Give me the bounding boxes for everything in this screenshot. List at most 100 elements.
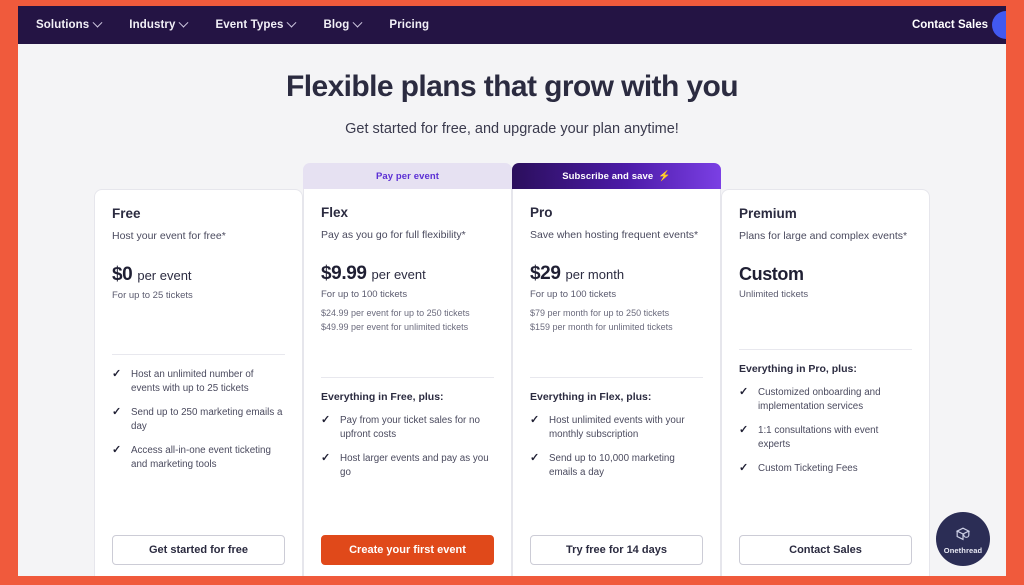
plan-cta-button[interactable]: Contact Sales bbox=[739, 535, 912, 565]
plan-price-note: For up to 100 tickets bbox=[530, 289, 617, 300]
plan-price-amount: $9.99 bbox=[321, 263, 367, 284]
plan-card-premium: Premium Plans for large and complex event… bbox=[721, 163, 930, 576]
nav-links: Solutions Industry Event Types Blog Pricing bbox=[36, 17, 429, 31]
plan-price-line: $0 per event bbox=[112, 264, 285, 286]
plan-feature-item: ✓ 1:1 consultations with event experts bbox=[739, 424, 912, 452]
plan-feature-text: Customized onboarding and implementation… bbox=[758, 387, 881, 413]
nav-item-industry[interactable]: Industry bbox=[129, 17, 189, 31]
plan-name: Premium bbox=[739, 206, 797, 221]
plan-card-body: Pro Save when hosting frequent events* $29… bbox=[512, 189, 721, 576]
plan-price-block: Custom Unlimited tickets bbox=[739, 264, 912, 300]
page-subtitle: Get started for free, and upgrade your p… bbox=[345, 121, 679, 137]
plan-feature-item: ✓ Host larger events and pay as you go bbox=[321, 452, 494, 480]
plan-cta-area: Contact Sales bbox=[739, 535, 912, 576]
nav-right-group: Contact Sales bbox=[912, 19, 988, 31]
plan-features-title: Everything in Free, plus: bbox=[321, 391, 444, 404]
page-frame: Solutions Industry Event Types Blog Pricing … bbox=[18, 6, 1006, 576]
plan-badge-spacer bbox=[721, 163, 930, 189]
plan-features: Everything in Pro, plus: ✓ Customized onbo… bbox=[739, 350, 912, 486]
chevron-down-icon bbox=[92, 17, 103, 28]
plan-feature-text: Custom Ticketing Fees bbox=[758, 462, 858, 474]
plan-tagline: Pay as you go for full flexibility* bbox=[321, 229, 466, 241]
plan-price-tiers: $79 per month for up to 250 tickets $159 … bbox=[530, 308, 703, 332]
check-icon: ✓ bbox=[739, 386, 749, 399]
plan-price-tier: $24.99 per event for up to 250 tickets bbox=[321, 308, 470, 318]
plan-cta-button[interactable]: Get started for free bbox=[112, 535, 285, 565]
plan-feature-item: ✓ Customized onboarding and implementatio… bbox=[739, 386, 912, 414]
chat-widget-label: Onethread bbox=[943, 545, 983, 555]
plan-price-tier: $79 per month for up to 250 tickets bbox=[530, 308, 670, 318]
plan-card-body: Premium Plans for large and complex event… bbox=[721, 189, 930, 576]
plan-badge-spacer bbox=[94, 163, 303, 189]
plan-name: Pro bbox=[530, 205, 553, 220]
plan-feature-text: Host unlimited events with your monthly … bbox=[549, 415, 685, 441]
onethread-logo-icon bbox=[955, 527, 971, 540]
plan-price-amount: $0 bbox=[112, 264, 133, 285]
nav-item-solutions[interactable]: Solutions bbox=[36, 17, 103, 31]
nav-item-event-types[interactable]: Event Types bbox=[215, 17, 297, 31]
plan-feature-item: ✓ Host unlimited events with your monthly… bbox=[530, 414, 703, 442]
plan-price-amount: Custom bbox=[739, 264, 804, 284]
plan-price-note: Unlimited tickets bbox=[739, 289, 809, 300]
chevron-down-icon bbox=[352, 17, 363, 28]
plan-feature-item: ✓ Host an unlimited number of events with… bbox=[112, 368, 285, 396]
check-icon: ✓ bbox=[739, 461, 749, 474]
plan-tagline: Plans for large and complex events* bbox=[739, 230, 908, 242]
plan-price-unit: per month bbox=[565, 267, 625, 282]
plan-price-tier: $159 per month for unlimited tickets bbox=[530, 322, 673, 332]
check-icon: ✓ bbox=[739, 424, 749, 437]
nav-accent-orb bbox=[992, 11, 1006, 39]
check-icon: ✓ bbox=[112, 368, 122, 381]
plan-feature-text: Host an unlimited number of events with … bbox=[131, 369, 254, 395]
plan-card-flex: Pay per event Flex Pay as you go for full … bbox=[303, 163, 512, 576]
plan-badge-label: Pay per event bbox=[375, 170, 440, 182]
plan-price-tier: $49.99 per event for unlimited tickets bbox=[321, 322, 469, 332]
nav-item-label: Pricing bbox=[389, 19, 430, 31]
plan-feature-text: Send up to 10,000 marketing emails a day bbox=[549, 453, 675, 478]
plan-cta-area: Create your first event bbox=[321, 535, 494, 576]
plan-name: Flex bbox=[321, 205, 349, 220]
chevron-down-icon bbox=[179, 17, 189, 28]
plan-price-block: $29 per month For up to 100 tickets $79 per… bbox=[530, 263, 703, 332]
plan-features-title: Everything in Flex, plus: bbox=[530, 391, 652, 404]
top-navigation-bar: Solutions Industry Event Types Blog Pricing … bbox=[18, 6, 1006, 44]
nav-item-label: Event Types bbox=[215, 19, 284, 31]
plan-cta-area: Get started for free bbox=[112, 535, 285, 576]
plan-feature-text: Host larger events and pay as you go bbox=[340, 453, 489, 478]
onethread-chat-widget[interactable]: Onethread bbox=[936, 512, 990, 566]
plan-card-free: Free Host your event for free* $0 per event… bbox=[94, 163, 303, 576]
chevron-down-icon bbox=[287, 17, 297, 28]
hero-section: Flexible plans that grow with you Get st… bbox=[18, 44, 1006, 137]
plan-tagline: Host your event for free* bbox=[112, 230, 226, 242]
plan-price-block: $9.99 per event For up to 100 tickets $24.9… bbox=[321, 263, 494, 332]
plan-feature-item: ✓ Custom Ticketing Fees bbox=[739, 462, 912, 476]
plan-features: Everything in Flex, plus: ✓ Host unlimited… bbox=[530, 378, 703, 490]
plan-cta-area: Try free for 14 days bbox=[530, 535, 703, 576]
check-icon: ✓ bbox=[112, 406, 122, 419]
pricing-plans-row: Free Host your event for free* $0 per event… bbox=[18, 163, 1006, 576]
plan-tagline: Save when hosting frequent events* bbox=[530, 229, 699, 241]
page-title: Flexible plans that grow with you bbox=[286, 70, 739, 103]
plan-price-unit: per event bbox=[137, 268, 192, 283]
nav-contact-sales-link[interactable]: Contact Sales bbox=[912, 19, 988, 31]
plan-cta-button[interactable]: Create your first event bbox=[321, 535, 494, 565]
plan-price-line: $29 per month bbox=[530, 263, 703, 285]
plan-price-amount: $29 bbox=[530, 263, 561, 284]
check-icon: ✓ bbox=[530, 414, 540, 427]
plan-card-body: Flex Pay as you go for full flexibility* $… bbox=[303, 189, 512, 576]
check-icon: ✓ bbox=[321, 452, 331, 464]
nav-item-pricing[interactable]: Pricing bbox=[389, 19, 429, 31]
plan-price-unit: per event bbox=[371, 267, 426, 282]
plan-price-note: For up to 25 tickets bbox=[112, 290, 193, 301]
plan-feature-text: 1:1 consultations with event experts bbox=[758, 425, 879, 450]
plan-price-line: $9.99 per event bbox=[321, 263, 494, 285]
plan-features: ✓ Host an unlimited number of events with… bbox=[112, 355, 285, 481]
plan-cta-button[interactable]: Try free for 14 days bbox=[530, 535, 703, 565]
plan-badge-label: Subscribe and save bbox=[562, 170, 654, 182]
nav-item-blog[interactable]: Blog bbox=[323, 17, 363, 31]
check-icon: ✓ bbox=[112, 443, 122, 456]
plan-name: Free bbox=[112, 206, 141, 221]
plan-card-pro: Subscribe and save ⚡ Pro Save when hosting … bbox=[512, 163, 721, 576]
plan-features: Everything in Free, plus: ✓ Pay from your … bbox=[321, 378, 494, 490]
plan-feature-text: Pay from your ticket sales for no upfron… bbox=[340, 415, 480, 441]
